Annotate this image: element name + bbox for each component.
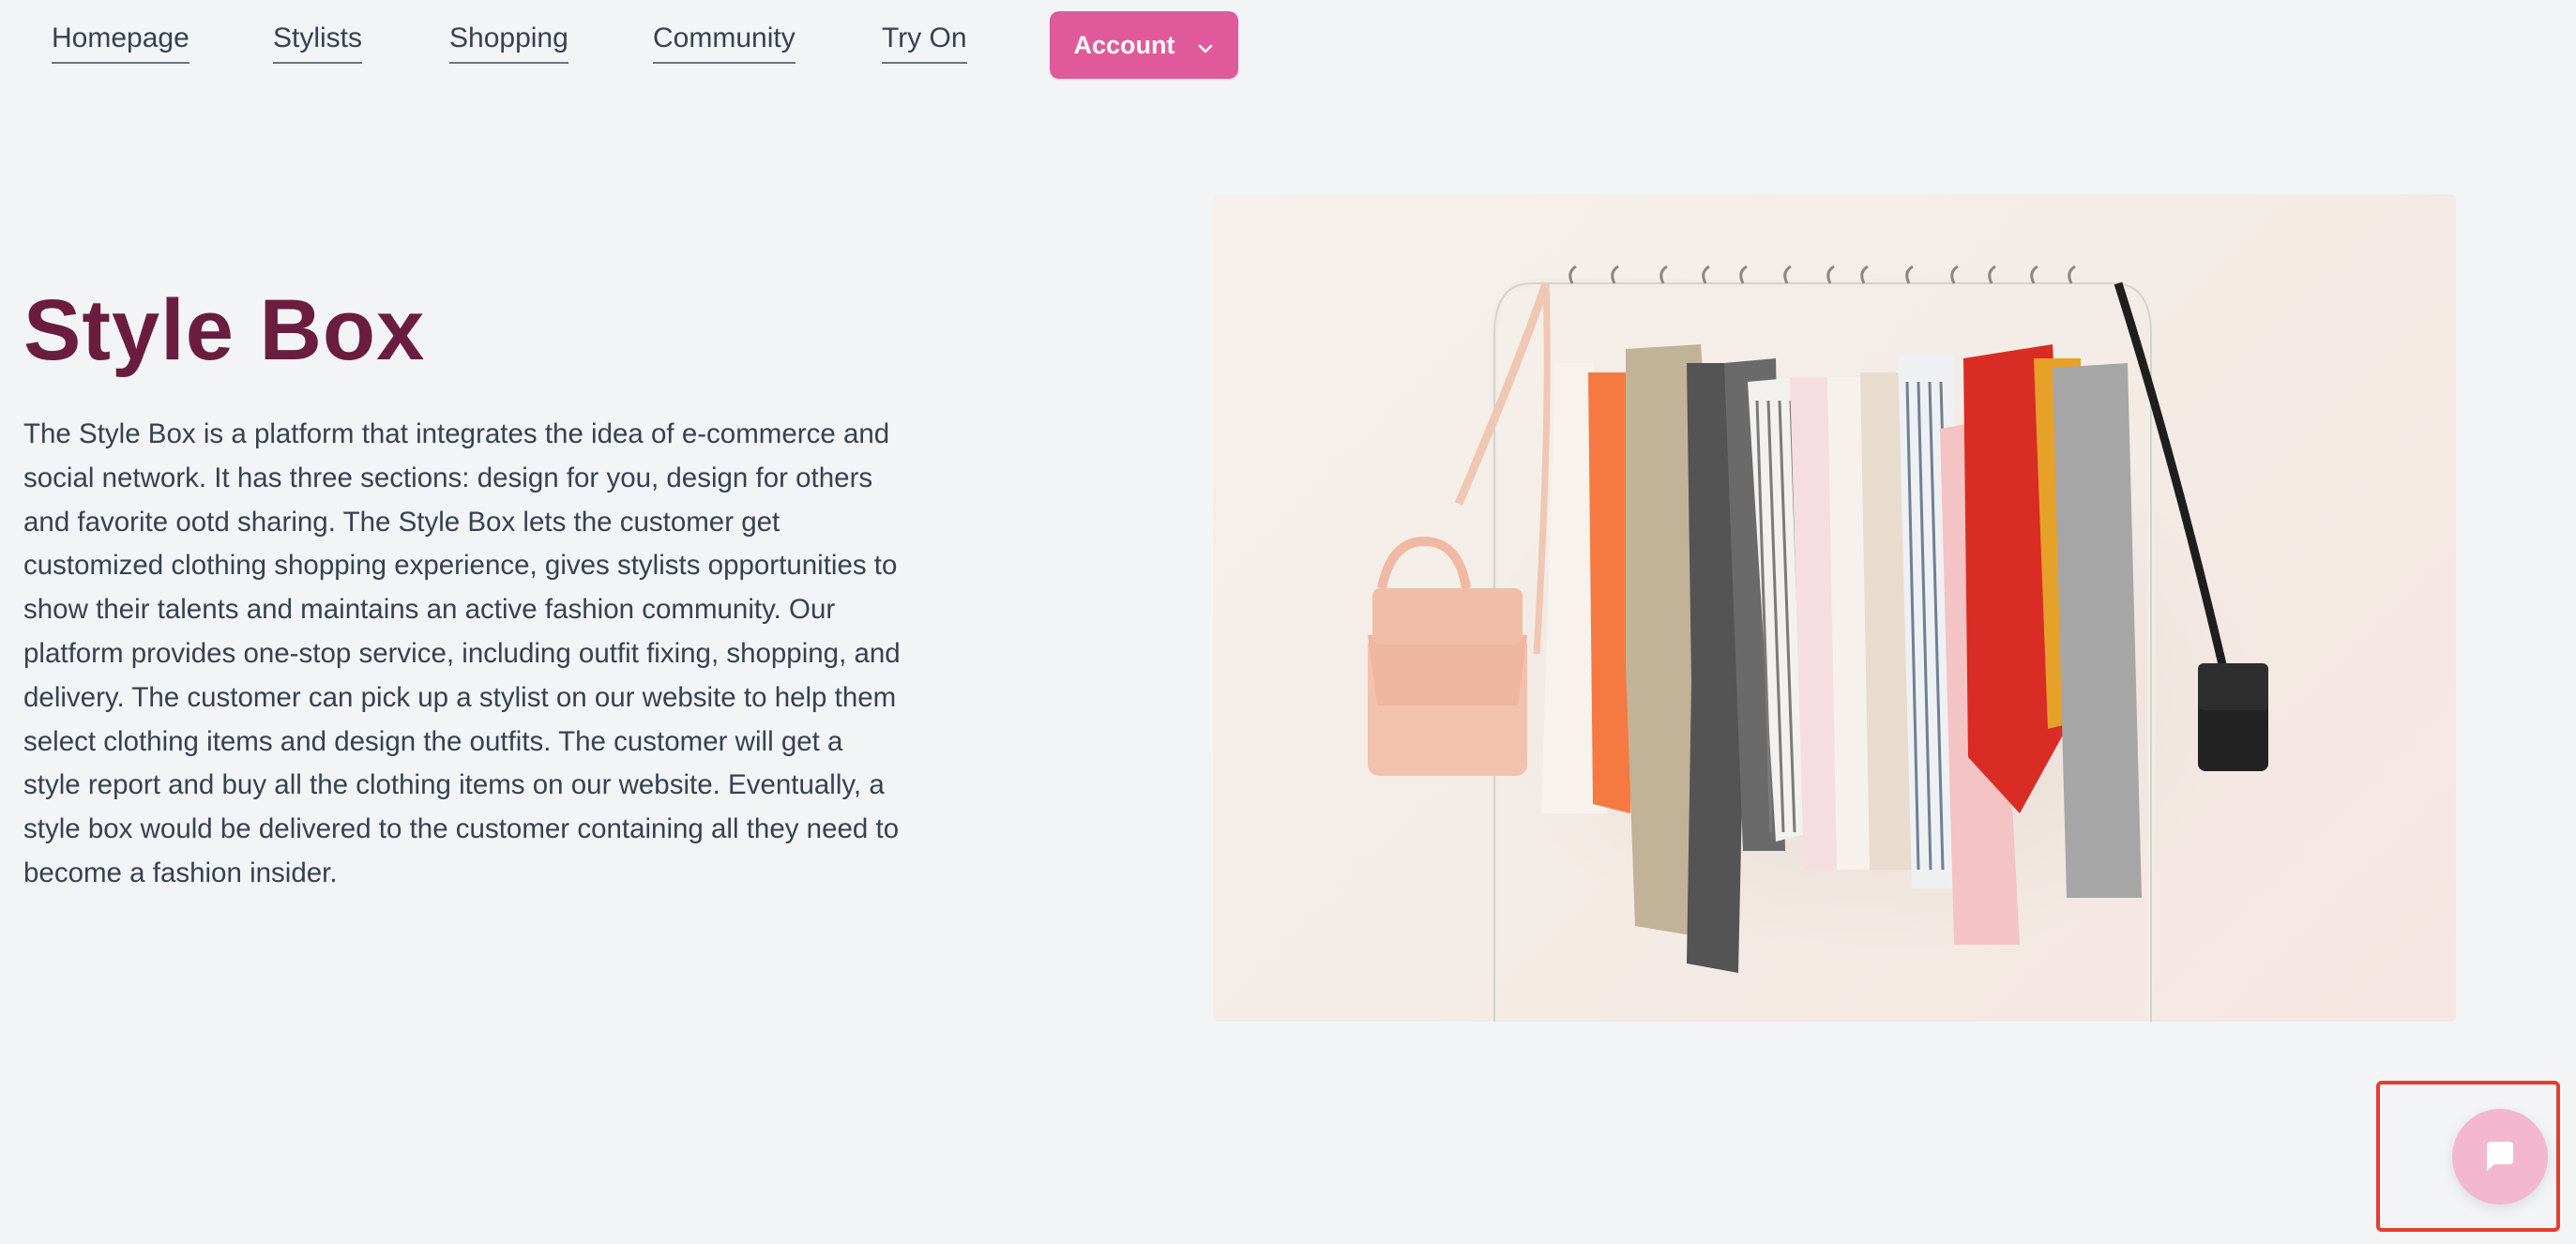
account-label: Account xyxy=(1073,30,1175,59)
clothing-rack-image xyxy=(1213,194,2456,1022)
nav-link-homepage[interactable]: Homepage xyxy=(52,21,189,64)
page: Homepage Stylists Shopping Community Try… xyxy=(0,0,2576,1244)
chat-button[interactable] xyxy=(2452,1109,2548,1205)
page-title: Style Box xyxy=(23,282,426,378)
chevron-down-icon xyxy=(1196,36,1215,54)
chat-bubble-icon xyxy=(2481,1138,2519,1176)
hero-description: The Style Box is a platform that integra… xyxy=(23,418,901,888)
top-nav: Homepage Stylists Shopping Community Try… xyxy=(0,0,2576,94)
nav-link-try-on[interactable]: Try On xyxy=(882,21,967,64)
account-dropdown-button[interactable]: Account xyxy=(1050,11,1238,79)
nav-link-shopping[interactable]: Shopping xyxy=(449,21,568,64)
nav-link-stylists[interactable]: Stylists xyxy=(273,21,363,64)
nav-link-community[interactable]: Community xyxy=(653,21,796,64)
